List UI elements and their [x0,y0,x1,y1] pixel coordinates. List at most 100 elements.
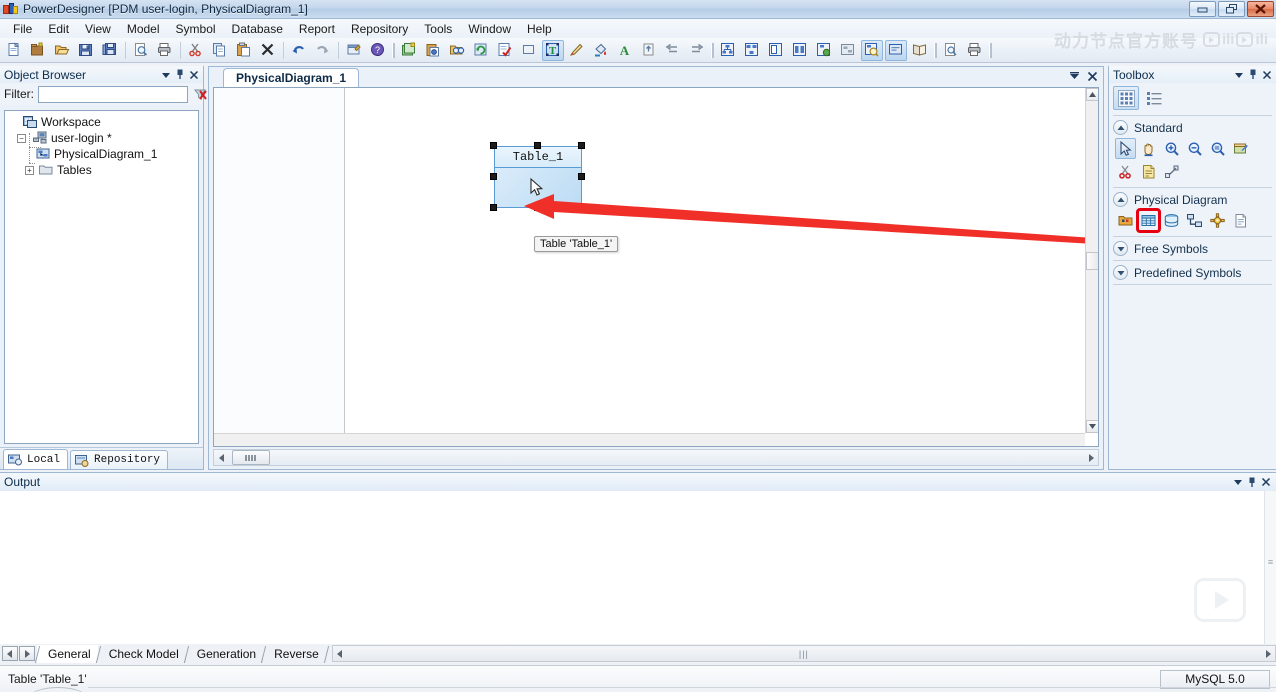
doc-menu-icon[interactable] [1067,69,1081,83]
check-model-icon[interactable] [494,40,516,61]
minimize-button[interactable] [1189,1,1216,17]
toolbox-group-predefined-symbols[interactable]: Predefined Symbols [1109,263,1276,282]
close-icon[interactable] [1260,68,1274,82]
print-icon[interactable] [154,40,176,61]
chevron-up-icon[interactable] [1113,192,1128,207]
diagram-2-icon[interactable] [741,40,763,61]
properties-icon[interactable] [343,40,365,61]
note-tool[interactable] [1138,161,1159,182]
view-tool[interactable] [1161,210,1182,231]
table-tool[interactable] [1136,208,1161,233]
selection-handle[interactable] [578,142,585,149]
menu-view[interactable]: View [77,20,119,38]
procedure-tool[interactable] [1207,210,1228,231]
close-icon[interactable] [187,68,201,82]
zoom-out-tool[interactable] [1184,138,1205,159]
font-color-icon[interactable]: A [614,40,636,61]
restore-button[interactable] [1218,1,1245,17]
print-2-icon[interactable] [964,40,986,61]
filter-input[interactable] [38,85,188,103]
output-text-area[interactable] [0,491,1264,644]
preview-icon[interactable] [940,40,962,61]
grid-view-icon[interactable] [1113,86,1139,110]
selection-handle[interactable] [578,204,585,211]
menu-tools[interactable]: Tools [416,20,460,38]
print-preview-icon[interactable] [130,40,152,61]
menu-database[interactable]: Database [224,20,291,38]
canvas-vertical-scrollbar[interactable] [1085,88,1098,433]
tree-item-user-login[interactable]: − user-login * [5,130,198,146]
zoom-in-tool[interactable] [1161,138,1182,159]
clear-filter-icon[interactable] [192,86,208,102]
tab-local[interactable]: Local [3,449,69,469]
paste-format-icon[interactable] [422,40,444,61]
output-hscroll-right[interactable] [1260,646,1275,661]
pin-icon[interactable] [173,68,187,82]
chevron-down-icon[interactable] [1113,265,1128,280]
menu-report[interactable]: Report [291,20,343,38]
pointer-tool[interactable] [1115,138,1136,159]
pin-icon[interactable] [1245,475,1259,489]
scroll-up-button[interactable] [1086,88,1098,101]
toolbox-group-physical-diagram[interactable]: Physical Diagram [1109,190,1276,209]
output-hscroll-left[interactable] [333,646,348,661]
link-tool[interactable] [1161,161,1182,182]
paste-icon[interactable] [233,40,255,61]
tab-repository[interactable]: Repository [70,450,169,469]
tab-scroll-right-button[interactable] [19,646,35,661]
table-symbol[interactable]: Table_1 [494,146,582,208]
object-tree[interactable]: Workspace − user-login * PhysicalDiagram… [4,110,199,444]
selection-handle[interactable] [490,173,497,180]
undo-icon[interactable] [288,40,310,61]
save-all-icon[interactable] [99,40,121,61]
hscroll-right-button[interactable] [1083,450,1098,465]
selection-handle[interactable] [490,142,497,149]
align-right-icon[interactable] [686,40,708,61]
fill-color-icon[interactable] [590,40,612,61]
output-hscrollbar[interactable]: ||| [331,645,1276,662]
tab-check-model[interactable]: Check Model [97,645,186,663]
tree-item-tables[interactable]: + Tables [5,162,198,178]
cut-icon[interactable] [185,40,207,61]
new-package-icon[interactable] [398,40,420,61]
toolbox-group-free-symbols[interactable]: Free Symbols [1109,239,1276,258]
file-tool[interactable] [1230,210,1251,231]
selection-handle[interactable] [490,204,497,211]
help-icon[interactable]: ? [367,40,389,61]
selection-handle[interactable] [534,204,541,211]
grabber-tool[interactable] [1138,138,1159,159]
new-icon[interactable] [3,40,25,61]
panel-menu-icon[interactable] [1231,475,1245,489]
list-view-icon[interactable] [1141,86,1167,110]
display-pref-icon[interactable] [765,40,787,61]
toolbox-group-standard[interactable]: Standard [1109,118,1276,137]
menu-edit[interactable]: Edit [40,20,77,38]
menu-repository[interactable]: Repository [343,20,416,38]
layout-icon[interactable] [789,40,811,61]
menu-help[interactable]: Help [519,20,560,38]
package-tool[interactable] [1115,210,1136,231]
tab-reverse[interactable]: Reverse [263,645,326,663]
diagram-page[interactable]: Table_1 Table 'Table_1' [214,88,1092,433]
doc-close-icon[interactable] [1085,69,1099,83]
tree-item-workspace[interactable]: Workspace [5,114,198,130]
delete-icon[interactable] [257,40,279,61]
output-vertical-scrollbar[interactable]: ≡ [1264,491,1276,644]
panel-menu-icon[interactable] [159,68,173,82]
comment-icon[interactable] [885,39,907,61]
pin-icon[interactable] [1246,68,1260,82]
tab-general[interactable]: General [37,645,98,663]
diagram-1-icon[interactable] [717,40,739,61]
tab-physicaldiagram-1[interactable]: PhysicalDiagram_1 [223,68,360,87]
close-icon[interactable] [1259,475,1273,489]
brush-icon[interactable] [566,40,588,61]
copy-icon[interactable] [209,40,231,61]
hscroll-grip-icon[interactable]: ||| [799,649,809,659]
menu-symbol[interactable]: Symbol [168,20,224,38]
close-button[interactable] [1247,1,1274,17]
menu-window[interactable]: Window [460,20,519,38]
open-diagram-tool[interactable] [1230,138,1251,159]
chevron-up-icon[interactable] [1113,120,1128,135]
new-model-icon[interactable] [27,40,49,61]
scroll-down-button[interactable] [1086,420,1098,433]
